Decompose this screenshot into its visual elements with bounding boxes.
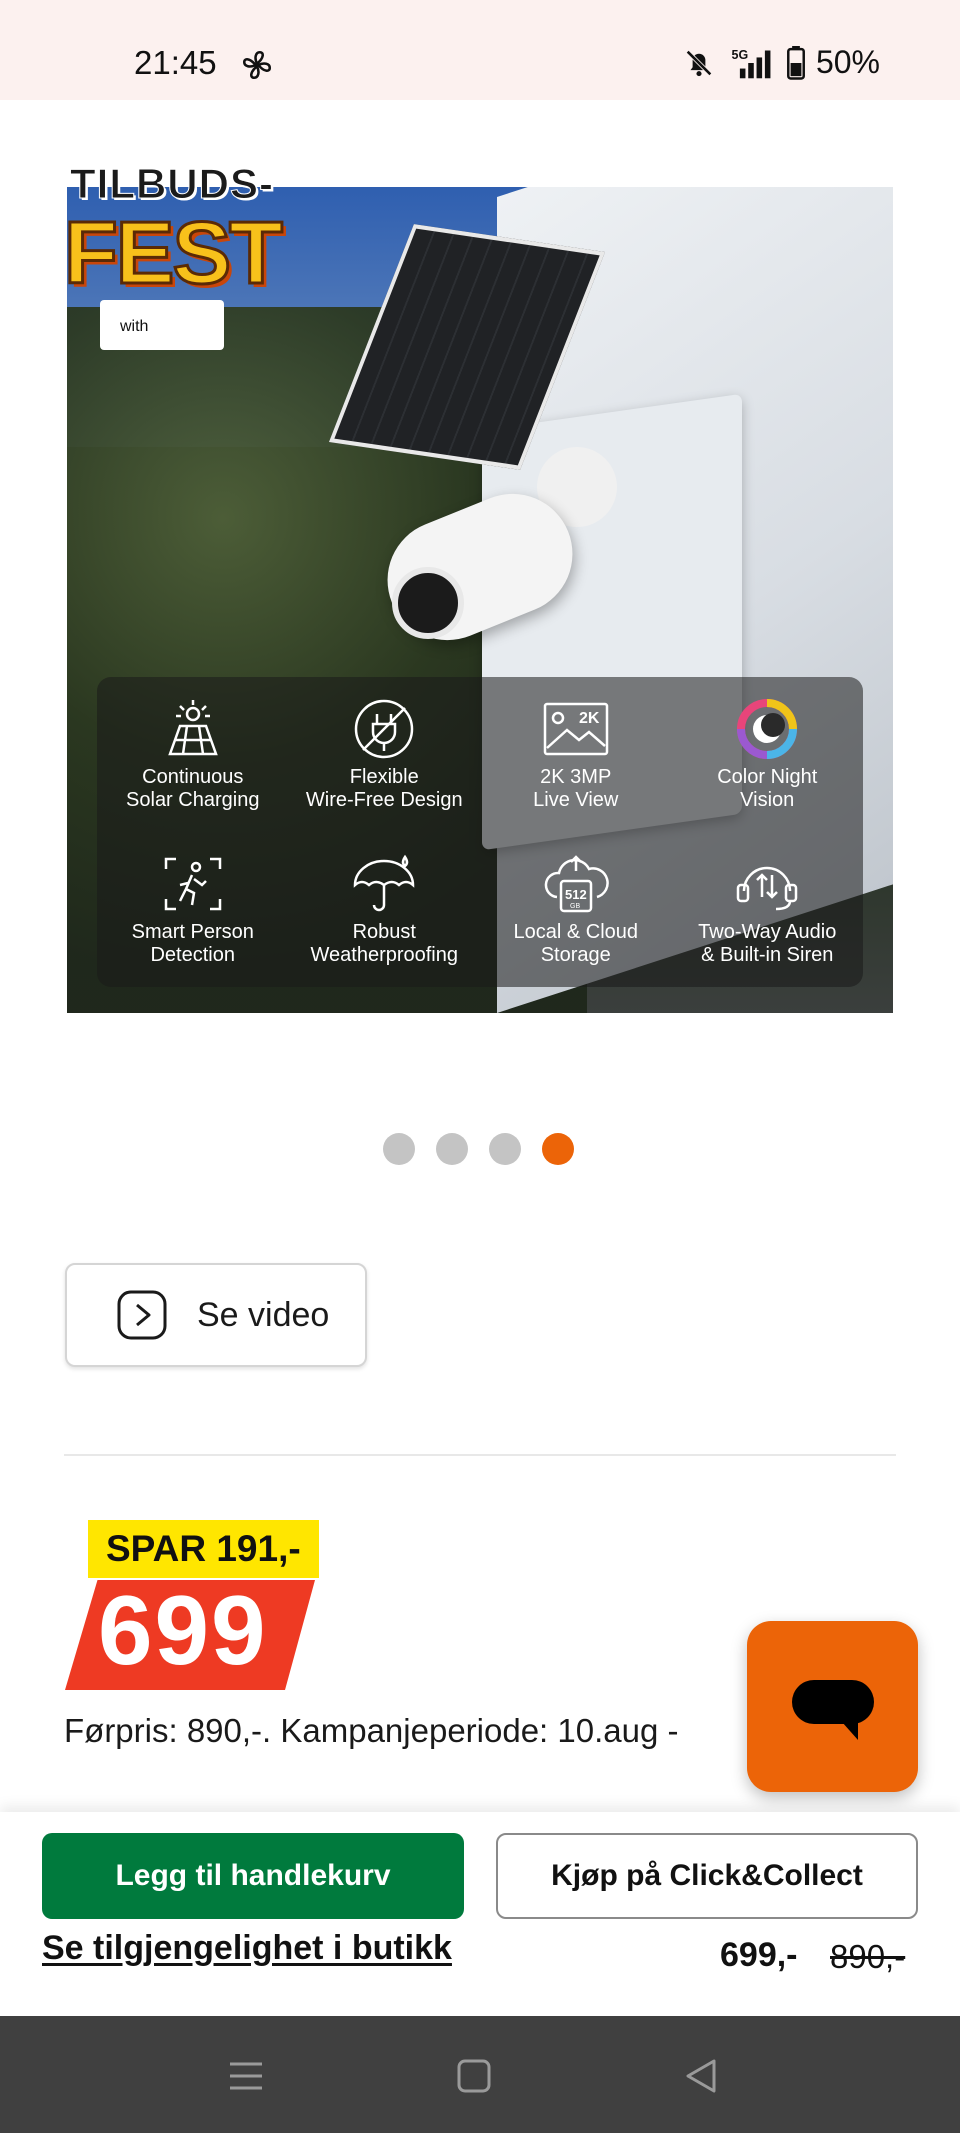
feature-label: Smart Person Detection xyxy=(131,920,254,966)
feature-audio: Two-Way Audio & Built-in Siren xyxy=(672,832,864,987)
feature-wirefree: Flexible Wire-Free Design xyxy=(289,677,481,832)
tilbudsfest-badge: TILBUDS- FEST xyxy=(63,160,314,330)
save-badge-text: SPAR 191,- xyxy=(106,1528,301,1569)
no-plug-icon xyxy=(355,699,414,758)
click-collect-label: Kjøp på Click&Collect xyxy=(551,1859,863,1892)
svg-text:2K: 2K xyxy=(579,710,600,727)
person-detect-icon xyxy=(164,857,221,910)
promo-main-text: FEST xyxy=(63,202,285,304)
screen: 21:45 5G 50% Continuous Solar Charging F… xyxy=(0,0,960,2133)
carousel-dot-3[interactable] xyxy=(489,1133,521,1165)
feature-grid: Continuous Solar Charging Flexible Wire-… xyxy=(97,677,863,987)
home-icon[interactable] xyxy=(454,2056,494,2096)
price-value: 699 xyxy=(98,1575,268,1685)
feature-night: Color Night Vision xyxy=(672,677,864,832)
feature-label: Flexible Wire-Free Design xyxy=(305,765,463,811)
feature-solar: Continuous Solar Charging xyxy=(97,677,289,832)
system-nav-bar xyxy=(0,2016,960,2133)
umbrella-icon xyxy=(353,854,415,911)
fan-icon xyxy=(242,50,272,80)
solar-panel-icon xyxy=(167,699,218,755)
feature-weather: Robust Weatherproofing xyxy=(289,832,481,987)
menu-icon[interactable] xyxy=(226,2056,266,2096)
action-bar: Legg til handlekurv Kjøp på Click&Collec… xyxy=(0,1812,960,2016)
camera-lens-image xyxy=(392,567,464,639)
2k-image-icon: 2K xyxy=(543,702,608,755)
svg-text:GB: GB xyxy=(570,903,580,910)
bar-price: 699,- xyxy=(720,1936,798,1974)
carousel-dot-4[interactable] xyxy=(542,1133,574,1165)
status-bar: 21:45 5G 50% xyxy=(0,0,960,100)
5g-signal-icon: 5G xyxy=(732,47,771,78)
video-button-label: Se video xyxy=(197,1295,330,1334)
feature-label: Continuous Solar Charging xyxy=(126,765,260,811)
store-availability-link[interactable]: Se tilgjengelighet i butikk xyxy=(42,1929,452,1968)
video-button[interactable]: Se video xyxy=(65,1263,367,1367)
feature-person: Smart Person Detection xyxy=(97,832,289,987)
feature-label: Color Night Vision xyxy=(717,765,818,811)
status-icons: 5G 50% xyxy=(682,44,880,81)
battery-percent: 50% xyxy=(815,44,880,80)
add-to-cart-button[interactable]: Legg til handlekurv xyxy=(42,1833,464,1919)
save-badge: SPAR 191,- xyxy=(88,1520,319,1578)
carousel-dot-2[interactable] xyxy=(436,1133,468,1165)
cloud-storage-icon: 512 GB xyxy=(544,854,609,912)
play-icon xyxy=(117,1290,167,1340)
svg-text:512: 512 xyxy=(565,887,587,902)
chat-bubble-icon xyxy=(792,1680,874,1740)
color-wheel-icon xyxy=(737,698,798,759)
bar-old-price: 890,- xyxy=(830,1938,906,1975)
add-to-cart-label: Legg til handlekurv xyxy=(115,1859,391,1892)
feature-label: Robust Weatherproofing xyxy=(310,920,459,966)
feature-label: Local & Cloud Storage xyxy=(513,920,639,966)
battery-icon xyxy=(786,45,805,80)
feature-label: 2K 3MP Live View xyxy=(533,765,619,811)
feature-label: Two-Way Audio & Built-in Siren xyxy=(698,920,837,966)
divider xyxy=(64,1454,896,1456)
chat-button[interactable] xyxy=(747,1621,918,1792)
feature-storage: 512 GB Local & Cloud Storage xyxy=(480,832,672,987)
status-time: 21:45 xyxy=(134,44,217,81)
two-way-audio-icon xyxy=(737,866,798,910)
carousel-dot-1[interactable] xyxy=(383,1133,415,1165)
back-icon[interactable] xyxy=(682,2056,722,2096)
promo-top-text: TILBUDS- xyxy=(70,160,274,208)
feature-2k: 2K 2K 3MP Live View xyxy=(480,677,672,832)
carousel-dots xyxy=(383,1133,574,1165)
svg-text:5G: 5G xyxy=(732,47,749,61)
click-collect-button[interactable]: Kjøp på Click&Collect xyxy=(496,1833,918,1919)
previous-price-text: Førpris: 890,-. Kampanjeperiode: 10.aug … xyxy=(64,1712,679,1749)
mute-bell-icon xyxy=(686,49,712,76)
